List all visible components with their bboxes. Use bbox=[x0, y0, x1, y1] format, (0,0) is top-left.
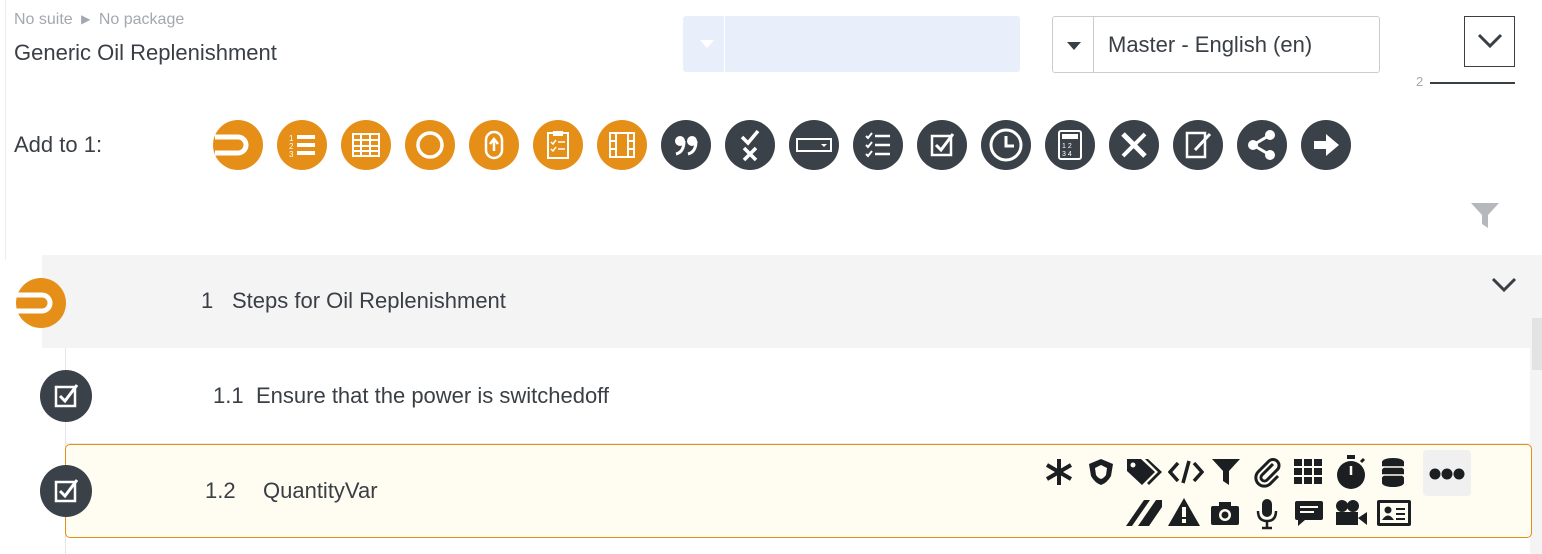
add-calculator-icon[interactable]: 1 2 3 4 bbox=[1045, 120, 1095, 170]
language-select-value: Master - English (en) bbox=[1108, 32, 1313, 57]
comment-icon[interactable] bbox=[1294, 500, 1324, 528]
add-check-cross-icon[interactable] bbox=[725, 120, 775, 170]
add-film-grid-icon[interactable] bbox=[597, 120, 647, 170]
svg-text:1 2: 1 2 bbox=[1062, 143, 1072, 150]
step-title[interactable]: QuantityVar bbox=[263, 478, 378, 504]
page-title: Generic Oil Replenishment bbox=[14, 40, 277, 65]
left-divider bbox=[5, 0, 6, 260]
caret-down-icon bbox=[700, 40, 714, 48]
camera-icon[interactable] bbox=[1210, 500, 1240, 526]
tags-icon[interactable] bbox=[1125, 457, 1163, 487]
section-title[interactable]: Steps for Oil Replenishment bbox=[232, 288, 506, 314]
paperclip-icon[interactable] bbox=[1253, 456, 1281, 488]
breadcrumb-package[interactable]: No package bbox=[99, 11, 184, 28]
add-checklist-clipboard-icon[interactable] bbox=[533, 120, 583, 170]
grid-icon[interactable] bbox=[1294, 459, 1322, 485]
add-numbered-list-icon[interactable]: 1 2 3 bbox=[277, 120, 327, 170]
empty-select[interactable] bbox=[683, 16, 1020, 72]
add-checklist-icon[interactable] bbox=[853, 120, 903, 170]
breadcrumb-separator-icon: ▶ bbox=[81, 12, 91, 26]
collapse-button[interactable] bbox=[1464, 16, 1515, 67]
filter-icon[interactable] bbox=[1470, 202, 1500, 230]
slash-lines-icon[interactable] bbox=[1126, 499, 1162, 527]
add-dropdown-field-icon[interactable] bbox=[789, 120, 839, 170]
microphone-icon[interactable] bbox=[1256, 498, 1278, 530]
section-number: 1 bbox=[201, 288, 214, 313]
level-count: 2 bbox=[1416, 74, 1424, 89]
scrollbar-thumb[interactable] bbox=[1532, 318, 1542, 370]
checkbox-step-icon bbox=[40, 465, 92, 517]
add-clock-icon[interactable] bbox=[981, 120, 1031, 170]
add-signature-icon[interactable] bbox=[1173, 120, 1223, 170]
database-icon[interactable] bbox=[1380, 457, 1406, 487]
caret-down-icon bbox=[1067, 42, 1081, 50]
step-number: 1.1 bbox=[213, 383, 244, 408]
more-button[interactable] bbox=[1423, 450, 1471, 496]
id-card-icon[interactable] bbox=[1376, 499, 1412, 527]
add-share-icon[interactable] bbox=[1237, 120, 1287, 170]
chevron-down-icon[interactable] bbox=[1491, 277, 1517, 293]
chevron-down-icon bbox=[1477, 33, 1503, 49]
stopwatch-icon[interactable] bbox=[1335, 454, 1367, 490]
code-icon[interactable] bbox=[1168, 458, 1204, 486]
add-arrow-right-icon[interactable] bbox=[1301, 120, 1351, 170]
add-ruler-pencil-icon[interactable] bbox=[1109, 120, 1159, 170]
add-quote-icon[interactable] bbox=[661, 120, 711, 170]
select-divider bbox=[724, 16, 725, 72]
step-title[interactable]: Ensure that the power is switchedoff bbox=[256, 383, 609, 409]
add-circle-icon[interactable] bbox=[405, 120, 455, 170]
level-line bbox=[1430, 82, 1515, 84]
section-icon bbox=[15, 278, 66, 328]
svg-text:3 4: 3 4 bbox=[1062, 151, 1072, 158]
add-loop-icon[interactable] bbox=[469, 120, 519, 170]
video-camera-icon[interactable] bbox=[1334, 499, 1368, 527]
checkbox-step-icon bbox=[40, 370, 92, 422]
warning-icon[interactable] bbox=[1167, 497, 1201, 527]
language-select[interactable]: Master - English (en) bbox=[1052, 16, 1380, 73]
breadcrumb-suite[interactable]: No suite bbox=[14, 11, 73, 28]
language-select-toggle[interactable] bbox=[1053, 17, 1094, 72]
step-number: 1.2 bbox=[205, 478, 236, 503]
svg-text:3: 3 bbox=[289, 150, 294, 159]
filter-icon[interactable] bbox=[1211, 458, 1241, 486]
add-checkbox-icon[interactable] bbox=[917, 120, 967, 170]
more-icon bbox=[1429, 468, 1465, 480]
add-to-label: Add to 1: bbox=[14, 132, 103, 157]
shield-icon[interactable] bbox=[1087, 458, 1115, 486]
add-section-icon[interactable] bbox=[213, 120, 263, 170]
asterisk-icon[interactable] bbox=[1045, 458, 1073, 486]
add-table-icon[interactable] bbox=[341, 120, 391, 170]
breadcrumb: No suite ▶ No package bbox=[14, 11, 184, 29]
page: No suite ▶ No package Generic Oil Replen… bbox=[0, 0, 1542, 554]
